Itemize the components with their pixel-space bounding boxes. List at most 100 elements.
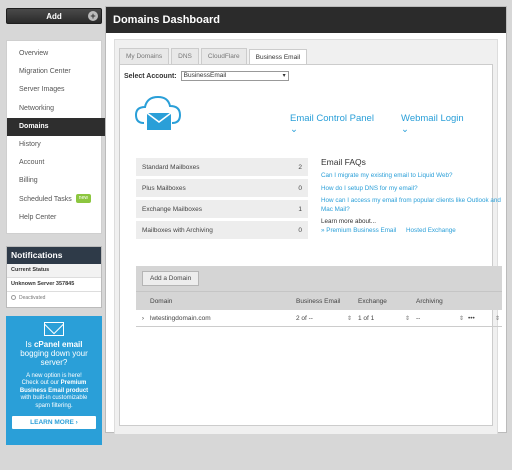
- promo-heading-bold: cPanel email: [33, 339, 83, 349]
- page-title: Domains Dashboard: [106, 7, 506, 33]
- sidebar-item-help-center[interactable]: Help Center: [7, 209, 101, 227]
- add-button-label: Add: [46, 11, 62, 21]
- faq-title: Email FAQs: [321, 157, 366, 167]
- promo-body-line2: Check out our: [21, 380, 61, 387]
- promo-heading-line2: bogging down your: [20, 348, 88, 358]
- server-name[interactable]: Unknown Server 357845: [7, 278, 101, 292]
- sidebar-item-label: Migration Center: [19, 68, 71, 76]
- sidebar-item-scheduled-tasks[interactable]: Scheduled Tasks new: [7, 191, 101, 209]
- sidebar-item-networking[interactable]: Networking: [7, 100, 101, 118]
- sidebar-item-billing[interactable]: Billing: [7, 172, 101, 190]
- tab-my-domains[interactable]: My Domains: [119, 48, 170, 64]
- new-badge: new: [75, 194, 91, 204]
- email-faqs: Email FAQs Can I migrate my existing ema…: [321, 157, 511, 234]
- promo-body: A new option is here! Check out our Prem…: [6, 373, 102, 411]
- status-dot-icon: [11, 295, 16, 301]
- more-actions-icon[interactable]: •••: [468, 315, 475, 322]
- sidebar-item-history[interactable]: History: [7, 136, 101, 154]
- stepper-arrows-icon[interactable]: ⇕: [347, 315, 352, 322]
- promo-banner[interactable]: Is cPanel email bogging down your server…: [6, 315, 102, 445]
- sidebar-item-label: Scheduled Tasks: [19, 195, 72, 203]
- sidebar-item-label: Help Center: [19, 213, 57, 221]
- notifications-title: Notifications: [7, 246, 101, 264]
- business-email-stepper[interactable]: 2 of -- ⇕: [296, 315, 358, 322]
- promo-body-bold1: Premium: [60, 380, 87, 387]
- learn-more-button[interactable]: LEARN MORE ›: [12, 416, 96, 430]
- sidebar-item-label: History: [19, 140, 41, 148]
- mailbox-stat-row: Exchange Mailboxes 1: [136, 200, 308, 218]
- column-exchange: Exchange: [358, 297, 387, 305]
- promo-body-line4: with built-in customizable: [20, 395, 88, 402]
- promo-body-line1: A new option is here!: [26, 372, 82, 379]
- add-button[interactable]: Add +: [6, 8, 102, 24]
- table-row[interactable]: › lwtestingdomain.com 2 of -- ⇕ 1 of 1 ⇕ -…: [136, 310, 502, 327]
- mailbox-stat-row: Mailboxes with Archiving 0: [136, 221, 308, 239]
- faq-link-migrate[interactable]: Can I migrate my existing email to Liqui…: [321, 172, 511, 181]
- column-domain: Domain: [150, 297, 173, 305]
- premium-business-email-link[interactable]: » Premium Business Email: [321, 227, 396, 234]
- faq-link-clients[interactable]: How can I access my email from popular c…: [321, 197, 511, 214]
- mailbox-stat-count: 2: [298, 163, 302, 171]
- faq-link-dns[interactable]: How do I setup DNS for my email?: [321, 185, 511, 194]
- archiving-stepper[interactable]: -- ⇕: [416, 315, 468, 322]
- select-account-dropdown[interactable]: BusinessEmail: [180, 71, 289, 81]
- tab-dns[interactable]: DNS: [171, 48, 199, 64]
- select-account-row: Select Account: BusinessEmail: [124, 71, 488, 81]
- select-account-label: Select Account:: [124, 72, 177, 80]
- sidebar-item-label: Networking: [19, 104, 55, 112]
- mailbox-stat-label: Exchange Mailboxes: [142, 205, 202, 213]
- promo-body-bold2: Business Email product: [19, 387, 89, 394]
- archiving-value: --: [416, 314, 421, 322]
- sidebar-item-label: Account: [19, 159, 45, 167]
- mailbox-stat-row: Plus Mailboxes 0: [136, 179, 308, 197]
- promo-heading: Is cPanel email bogging down your server…: [6, 340, 102, 367]
- webmail-login-link[interactable]: Webmail Login ⌄: [401, 113, 470, 135]
- exchange-value: 1 of 1: [358, 314, 375, 322]
- domain-name: lwtestingdomain.com: [150, 314, 211, 322]
- sidebar-item-migration-center[interactable]: Migration Center: [7, 63, 101, 81]
- column-archiving: Archiving: [416, 297, 443, 305]
- mailbox-stat-count: 0: [298, 226, 302, 234]
- sidebar-item-account[interactable]: Account: [7, 154, 101, 172]
- mailbox-stat-label: Plus Mailboxes: [142, 184, 186, 192]
- tab-bar: My Domains DNS CloudFlare Business Email: [119, 48, 493, 65]
- mailbox-stat-label: Standard Mailboxes: [142, 163, 200, 171]
- cloud-mail-icon: [134, 95, 182, 130]
- sidebar: Add + Overview Migration Center Server I…: [6, 8, 107, 445]
- sidebar-item-server-images[interactable]: Server Images: [7, 81, 101, 99]
- mailbox-stat-count: 1: [298, 205, 302, 213]
- add-domain-button[interactable]: Add a Domain: [142, 271, 200, 286]
- learn-more-links: » Premium Business Email Hosted Exchange: [321, 227, 511, 234]
- notifications-panel: Notifications Current Status Unknown Ser…: [6, 245, 102, 308]
- promo-body-line5: spam filtering.: [35, 402, 73, 409]
- row-expand-icon[interactable]: ›: [136, 315, 150, 322]
- server-status-text: Deactivated: [19, 294, 46, 301]
- hosted-exchange-link[interactable]: Hosted Exchange: [406, 227, 456, 234]
- sidebar-item-label: Billing: [19, 177, 38, 185]
- mailbox-stat-label: Mailboxes with Archiving: [142, 226, 213, 234]
- sidebar-item-label: Domains: [19, 122, 49, 130]
- business-email-value: 2 of --: [296, 314, 313, 322]
- tab-business-email[interactable]: Business Email: [248, 49, 308, 65]
- sidebar-item-label: Overview: [19, 50, 49, 57]
- stepper-arrows-icon[interactable]: ⇕: [459, 315, 464, 322]
- main-panel: Domains Dashboard My Domains DNS CloudFl…: [105, 6, 507, 434]
- table-header: Domain Business Email Exchange Archiving: [136, 291, 502, 310]
- email-control-panel-link[interactable]: Email Control Panel ⌄: [290, 113, 379, 135]
- sidebar-item-domains[interactable]: Domains: [7, 117, 107, 136]
- sidebar-item-label: Server Images: [19, 86, 65, 94]
- stepper-arrows-icon[interactable]: ⇕: [405, 315, 410, 322]
- tab-cloudflare[interactable]: CloudFlare: [200, 48, 247, 64]
- mailbox-stat-row: Standard Mailboxes 2: [136, 158, 308, 176]
- server-status: Deactivated: [7, 292, 101, 307]
- current-status-header: Current Status: [7, 263, 101, 278]
- exchange-stepper[interactable]: 1 of 1 ⇕: [358, 315, 416, 322]
- sidebar-item-overview[interactable]: Overview: [7, 45, 101, 63]
- domains-toolbar: Add a Domain: [136, 266, 502, 291]
- business-email-panel: Select Account: BusinessEmail Email Cont…: [119, 64, 502, 426]
- domains-table: Add a Domain Domain Business Email Excha…: [136, 266, 502, 327]
- stepper-arrows-icon[interactable]: ⇕: [495, 315, 500, 322]
- envelope-icon: [44, 321, 64, 336]
- row-actions[interactable]: ••• ⇕: [468, 315, 500, 322]
- tab-area: My Domains DNS CloudFlare Business Email…: [114, 39, 502, 434]
